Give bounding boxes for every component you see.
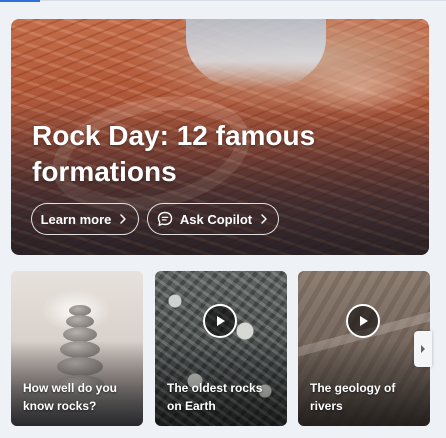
card-rocks-quiz[interactable]: How well do you know rocks?: [11, 271, 143, 426]
play-button[interactable]: [203, 304, 237, 338]
play-button[interactable]: [346, 304, 380, 338]
learn-more-button[interactable]: Learn more: [31, 203, 139, 235]
card-oldest-rocks[interactable]: The oldest rocks on Earth: [155, 271, 287, 426]
top-accent-bar: [0, 0, 40, 2]
card-title: How well do you know rocks?: [23, 381, 118, 413]
chevron-right-icon: [421, 345, 425, 353]
carousel-next-button[interactable]: [414, 331, 432, 367]
play-icon: [217, 316, 225, 326]
ask-copilot-label: Ask Copilot: [179, 211, 253, 227]
learn-more-label: Learn more: [40, 211, 112, 227]
hero-title[interactable]: Rock Day: 12 famous formations: [32, 118, 362, 190]
card-title: The geology of rivers: [310, 381, 396, 413]
card-title: The oldest rocks on Earth: [167, 381, 263, 413]
card-geology-rivers[interactable]: The geology of rivers: [298, 271, 430, 426]
chevron-right-icon: [261, 214, 267, 224]
chevron-right-icon: [120, 214, 127, 224]
top-divider: [40, 0, 446, 1]
ask-copilot-button[interactable]: Ask Copilot: [147, 203, 279, 235]
chat-bubble-icon: [157, 211, 173, 226]
hero-card[interactable]: Rock Day: 12 famous formations Learn mor…: [11, 19, 429, 255]
play-icon: [360, 316, 368, 326]
